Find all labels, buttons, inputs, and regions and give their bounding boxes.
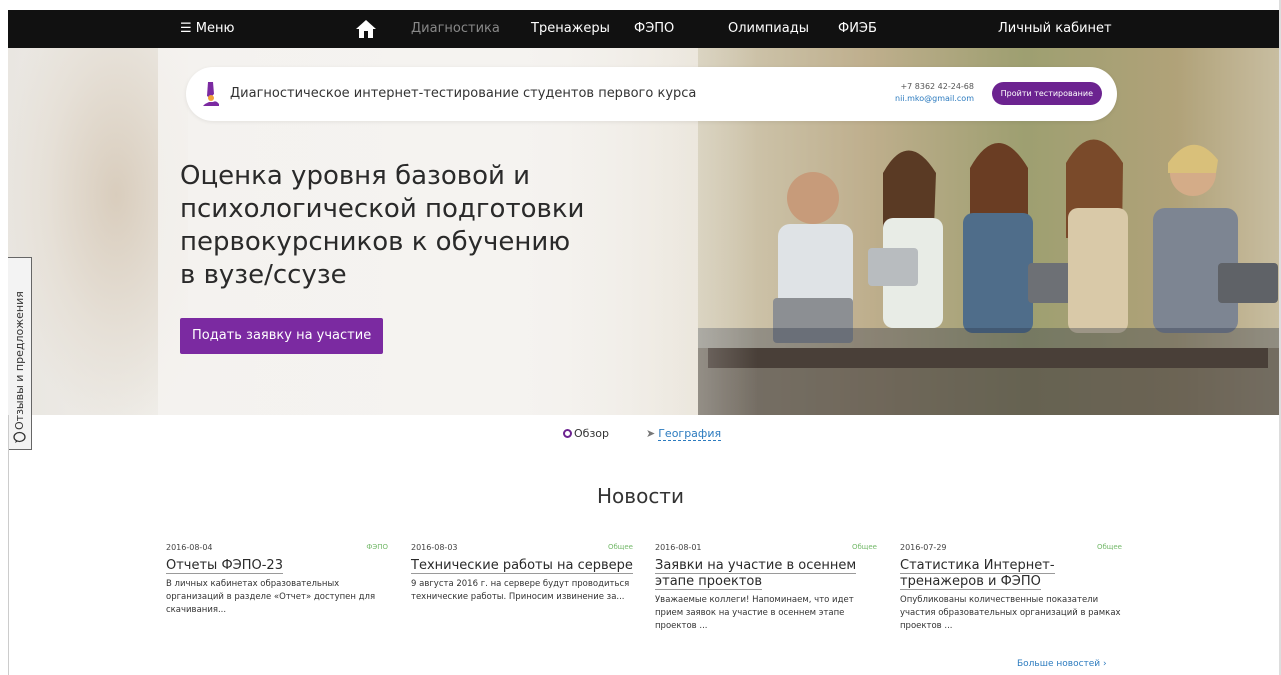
contact-email[interactable]: nii.mko@gmail.com — [895, 93, 974, 105]
apply-button[interactable]: Подать заявку на участие — [180, 318, 384, 354]
nav-fepo[interactable]: ФЭПО — [634, 10, 674, 48]
hero-headline-line: Оценка уровня базовой и — [180, 161, 531, 191]
nav-personal-cabinet[interactable]: Личный кабинет — [998, 10, 1112, 48]
news-headline[interactable]: Технические работы на сервере — [411, 558, 633, 574]
news-meta: 2016-07-29 Общее — [900, 543, 1122, 557]
feedback-tab[interactable]: Отзывы и предложения — [8, 257, 32, 450]
nav-fieb[interactable]: ФИЭБ — [838, 10, 877, 48]
section-switcher: Обзор ➤ География — [0, 425, 1281, 445]
news-meta: 2016-08-01 Общее — [655, 543, 877, 557]
nav-diagnostics[interactable]: Диагностика — [411, 10, 500, 48]
hero-headline-line: психологической подготовки — [180, 194, 585, 224]
news-item: 2016-08-03 Общее Технические работы на с… — [411, 543, 633, 604]
news-meta: 2016-08-03 Общее — [411, 543, 633, 557]
contacts: +7 8362 42-24-68 nii.mko@gmail.com — [895, 81, 974, 105]
page-border-left — [8, 415, 9, 675]
news-headline[interactable]: Отчеты ФЭПО-23 — [166, 558, 388, 574]
news-section-title: Новости — [597, 484, 684, 508]
news-category[interactable]: Общее — [608, 543, 633, 551]
hero-headline-line: первокурсников к обучению — [180, 227, 571, 257]
contact-phone: +7 8362 42-24-68 — [900, 82, 974, 91]
feedback-label: Отзывы и предложения — [13, 291, 26, 430]
circle-icon — [563, 429, 572, 438]
hero-banner: Диагностическое интернет-тестирование ст… — [8, 48, 1279, 415]
news-date: 2016-07-29 — [900, 543, 947, 552]
top-navigation: ☰ Меню Диагностика Тренажеры ФЭПО Олимпи… — [8, 10, 1281, 48]
hero-headline: Оценка уровня базовой и психологической … — [180, 160, 660, 292]
project-title: Диагностическое интернет-тестирование ст… — [230, 86, 697, 101]
news-date: 2016-08-01 — [655, 543, 702, 552]
project-info-bar: Диагностическое интернет-тестирование ст… — [186, 67, 1117, 121]
home-icon[interactable] — [355, 19, 377, 39]
news-item: 2016-08-04 ФЭПО Отчеты ФЭПО-23 В личных … — [166, 543, 388, 617]
hero-headline-line: в вузе/ссузе — [180, 260, 347, 290]
news-item: 2016-07-29 Общее Статистика Интернет-тре… — [900, 543, 1122, 633]
news-excerpt: 9 августа 2016 г. на сервере будут прово… — [411, 579, 630, 602]
news-date: 2016-08-03 — [411, 543, 458, 552]
nav-trainers[interactable]: Тренажеры — [531, 10, 610, 48]
news-excerpt: Уважаемые коллеги! Напоминаем, что идет … — [655, 595, 854, 631]
news-date: 2016-08-04 — [166, 543, 213, 552]
tab-geography[interactable]: ➤ География — [646, 427, 722, 441]
news-excerpt: Опубликованы количественные показатели у… — [900, 595, 1121, 631]
location-arrow-icon: ➤ — [646, 427, 656, 440]
tab-geography-label: География — [658, 427, 722, 441]
more-news-link[interactable]: Больше новостей › — [1017, 659, 1107, 669]
nav-olympiads[interactable]: Олимпиады — [728, 10, 809, 48]
news-excerpt: В личных кабинетах образовательных орган… — [166, 579, 376, 615]
menu-button[interactable]: ☰ Меню — [180, 10, 234, 48]
tab-overview[interactable]: Обзор — [563, 427, 609, 440]
news-meta: 2016-08-04 ФЭПО — [166, 543, 388, 557]
news-category[interactable]: Общее — [1097, 543, 1122, 551]
news-category[interactable]: Общее — [852, 543, 877, 551]
tab-overview-label: Обзор — [574, 427, 610, 440]
news-category[interactable]: ФЭПО — [366, 543, 388, 551]
news-headline[interactable]: Заявки на участие в осеннем этапе проект… — [655, 558, 877, 590]
news-headline[interactable]: Статистика Интернет-тренажеров и ФЭПО — [900, 558, 1122, 590]
take-test-button[interactable]: Пройти тестирование — [991, 82, 1102, 105]
microscope-icon — [203, 82, 219, 106]
news-item: 2016-08-01 Общее Заявки на участие в осе… — [655, 543, 877, 633]
